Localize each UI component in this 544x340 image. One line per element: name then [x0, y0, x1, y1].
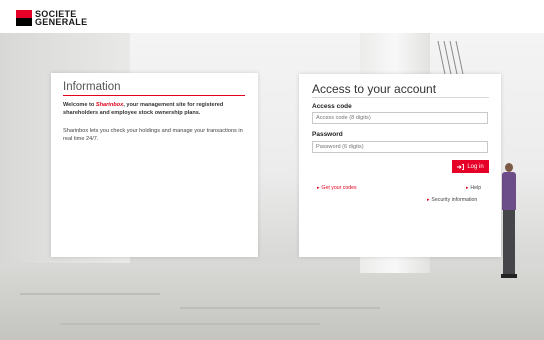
access-code-label: Access code [312, 103, 352, 110]
security-information-label: Security information [431, 197, 478, 203]
access-account-panel: Access to your account Access code Passw… [299, 74, 501, 257]
caret-right-icon: ▸ [466, 185, 469, 191]
information-divider [63, 95, 245, 96]
security-information-link[interactable]: ▸ Security information [427, 197, 477, 203]
access-code-input[interactable] [312, 112, 488, 124]
get-your-codes-label: Get your codes [321, 185, 357, 191]
caret-right-icon: ▸ [427, 197, 430, 203]
background-floor [0, 273, 544, 340]
background-person [500, 163, 518, 281]
caret-right-icon: ▸ [317, 185, 320, 191]
logo-mark-icon [16, 10, 32, 26]
site-header: SOCIETE GENERALE [0, 0, 544, 33]
log-in-icon [457, 163, 465, 170]
welcome-text: Welcome to Sharinbox, your management si… [63, 102, 249, 117]
brand-name: Sharinbox [95, 102, 124, 108]
information-description: Sharinbox lets you check your holdings a… [63, 128, 243, 142]
access-title: Access to your account [312, 82, 437, 96]
help-label: Help [470, 185, 482, 191]
access-divider [312, 97, 489, 98]
logo-text: SOCIETE GENERALE [35, 10, 88, 27]
password-label: Password [312, 131, 343, 138]
login-button[interactable]: Log in [452, 160, 489, 173]
welcome-prefix: Welcome to [63, 102, 96, 108]
societe-generale-logo[interactable]: SOCIETE GENERALE [16, 10, 88, 27]
login-label: Log in [467, 163, 484, 170]
information-panel: Information Welcome to Sharinbox, your m… [51, 73, 258, 257]
get-your-codes-link[interactable]: ▸ Get your codes [317, 185, 357, 191]
information-title: Information [63, 81, 121, 93]
help-link[interactable]: ▸ Help [466, 185, 481, 191]
password-input[interactable] [312, 141, 488, 153]
logo-line-2: GENERALE [35, 17, 88, 27]
